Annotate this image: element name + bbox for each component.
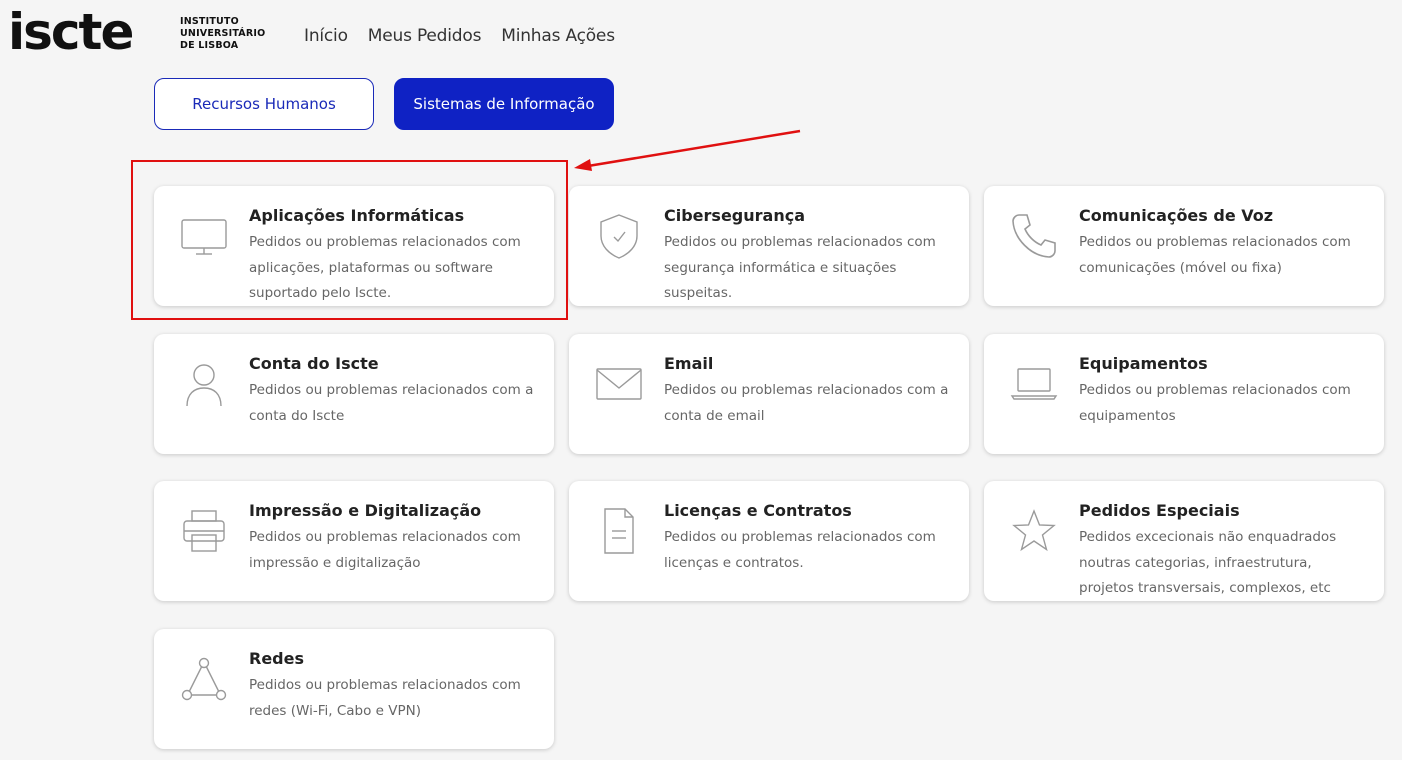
card-conta-iscte[interactable]: Conta do Iscte Pedidos ou problemas rela…	[154, 334, 554, 454]
card-description: Pedidos ou problemas relacionados com co…	[1079, 234, 1351, 276]
nav-minhas-acoes[interactable]: Minhas Ações	[501, 26, 615, 46]
card-description: Pedidos excecionais não enquadrados nout…	[1079, 529, 1337, 596]
card-description: Pedidos ou problemas relacionados com ap…	[249, 234, 521, 301]
category-tabs: Recursos Humanos Sistemas de Informação	[154, 78, 614, 130]
card-description: Pedidos ou problemas relacionados com li…	[664, 529, 936, 571]
logo-subtitle-line: DE LISBOA	[180, 40, 239, 51]
network-icon	[180, 655, 228, 703]
card-title: Cibersegurança	[664, 206, 805, 225]
tab-recursos-humanos[interactable]: Recursos Humanos	[154, 78, 374, 130]
document-icon	[595, 507, 643, 555]
card-email[interactable]: Email Pedidos ou problemas relacionados …	[569, 334, 969, 454]
card-comunicacoes-voz[interactable]: Comunicações de Voz Pedidos ou problemas…	[984, 186, 1384, 306]
card-title: Impressão e Digitalização	[249, 501, 482, 520]
laptop-icon	[1010, 360, 1058, 408]
card-description: Pedidos ou problemas relacionados com im…	[249, 529, 521, 571]
card-impressao-digitalizacao[interactable]: Impressão e Digitalização Pedidos ou pro…	[154, 481, 554, 601]
envelope-icon	[595, 360, 643, 408]
main-nav: Início Meus Pedidos Minhas Ações	[304, 26, 615, 46]
card-licencas-contratos[interactable]: Licenças e Contratos Pedidos ou problema…	[569, 481, 969, 601]
card-aplicacoes-informaticas[interactable]: Aplicações Informáticas Pedidos ou probl…	[154, 186, 554, 306]
card-title: Licenças e Contratos	[664, 501, 852, 520]
monitor-icon	[180, 212, 228, 260]
card-description: Pedidos ou problemas relacionados com a …	[664, 382, 949, 424]
card-description: Pedidos ou problemas relacionados com re…	[249, 677, 521, 719]
card-title: Conta do Iscte	[249, 354, 379, 373]
card-title: Aplicações Informáticas	[249, 206, 465, 225]
header: iscte INSTITUTO UNIVERSITÁRIO DE LISBOA …	[0, 0, 1402, 70]
card-title: Pedidos Especiais	[1079, 501, 1240, 520]
card-title: Comunicações de Voz	[1079, 206, 1274, 225]
nav-inicio[interactable]: Início	[304, 26, 348, 46]
card-description: Pedidos ou problemas relacionados com a …	[249, 382, 534, 424]
card-equipamentos[interactable]: Equipamentos Pedidos ou problemas relaci…	[984, 334, 1384, 454]
star-icon	[1010, 507, 1058, 555]
logo-subtitle-line: INSTITUTO	[180, 16, 239, 27]
nav-meus-pedidos[interactable]: Meus Pedidos	[368, 26, 482, 46]
logo-subtitle: INSTITUTO UNIVERSITÁRIO DE LISBOA	[180, 16, 265, 52]
card-pedidos-especiais[interactable]: Pedidos Especiais Pedidos excecionais nã…	[984, 481, 1384, 601]
card-description: Pedidos ou problemas relacionados com se…	[664, 234, 936, 301]
printer-icon	[180, 507, 228, 555]
logo-subtitle-line: UNIVERSITÁRIO	[180, 28, 266, 39]
card-ciberseguranca[interactable]: Cibersegurança Pedidos ou problemas rela…	[569, 186, 969, 306]
tab-sistemas-informacao[interactable]: Sistemas de Informação	[394, 78, 614, 130]
shield-icon	[595, 212, 643, 260]
card-description: Pedidos ou problemas relacionados com eq…	[1079, 382, 1351, 424]
iscte-logo[interactable]: iscte	[8, 4, 134, 60]
card-title: Redes	[249, 649, 304, 668]
phone-icon	[1010, 212, 1058, 260]
card-redes[interactable]: Redes Pedidos ou problemas relacionados …	[154, 629, 554, 749]
user-icon	[180, 360, 228, 408]
card-title: Email	[664, 354, 714, 373]
card-title: Equipamentos	[1079, 354, 1208, 373]
